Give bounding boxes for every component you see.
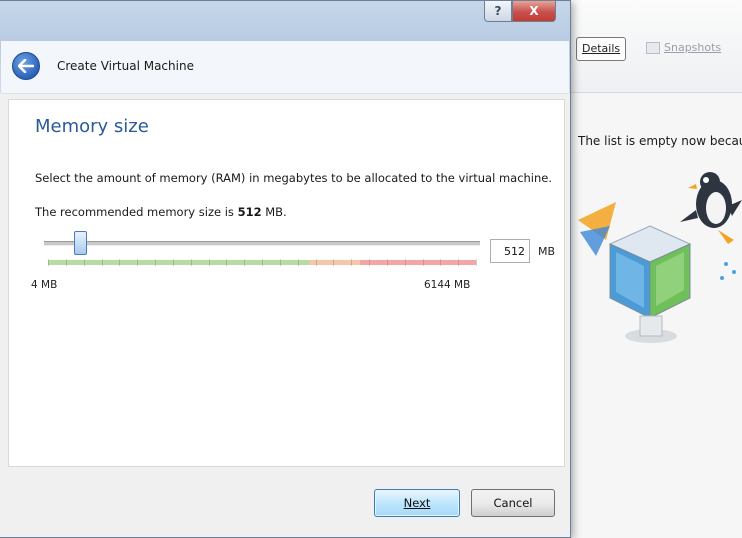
camera-icon — [646, 42, 660, 54]
slider-tick — [386, 259, 388, 266]
memory-description: Select the amount of memory (RAM) in meg… — [35, 171, 553, 185]
slider-tick — [476, 259, 477, 266]
slider-tick — [262, 259, 263, 266]
cancel-button-label: Cancel — [493, 496, 533, 510]
slider-tick — [226, 259, 228, 266]
dialog-title: Create Virtual Machine — [57, 59, 194, 73]
slider-tick — [279, 259, 281, 266]
wizard-header: Create Virtual Machine — [1, 41, 569, 94]
cancel-button[interactable]: Cancel — [471, 489, 555, 517]
tab-details[interactable]: Details — [576, 37, 627, 61]
slider-tick — [190, 259, 192, 266]
slider-tick — [83, 259, 85, 266]
min-memory-label: 4 MB — [31, 279, 58, 291]
next-button[interactable]: Next — [374, 489, 460, 517]
caption-buttons: ? X — [484, 1, 556, 23]
next-button-label: Next — [403, 496, 431, 510]
slider-tick — [297, 259, 299, 266]
slider-tick — [119, 259, 121, 266]
create-vm-dialog: ? X Create Virtual Machine Memory size S… — [0, 0, 571, 538]
wizard-page — [8, 99, 565, 467]
slider-tick — [172, 259, 174, 266]
slider-tick — [137, 259, 139, 266]
help-button[interactable]: ? — [484, 1, 512, 22]
close-button[interactable]: X — [512, 1, 556, 22]
slider-tick — [333, 259, 335, 266]
tab-snapshots[interactable]: Snapshots — [642, 37, 725, 59]
memory-slider-track[interactable] — [44, 241, 480, 246]
recommended-suffix: MB. — [261, 205, 287, 219]
page-title: Memory size — [35, 116, 149, 137]
recommended-prefix: The recommended memory size is — [35, 205, 238, 219]
slider-tick — [351, 259, 353, 266]
slider-tick — [315, 259, 317, 266]
slider-tick — [48, 259, 49, 266]
slider-tick — [101, 259, 103, 266]
slider-tick — [458, 259, 460, 266]
recommended-value: 512 — [237, 205, 262, 219]
slider-ticks — [48, 259, 477, 266]
memory-size-input[interactable] — [490, 239, 530, 263]
slider-tick — [404, 259, 406, 266]
empty-list-message: The list is empty now because — [578, 134, 742, 148]
arrow-left-icon — [18, 59, 34, 73]
tab-details-label: Details — [582, 42, 621, 55]
memory-slider-thumb[interactable] — [74, 231, 88, 255]
memory-unit-label: MB — [538, 245, 556, 258]
slider-tick — [422, 259, 424, 266]
slider-tick — [244, 259, 246, 266]
virtualbox-mascot-illustration — [578, 172, 742, 343]
slider-tick — [155, 259, 156, 266]
slider-tick — [369, 259, 370, 266]
slider-tick — [440, 259, 442, 266]
max-memory-label: 6144 MB — [424, 279, 471, 291]
back-button[interactable] — [12, 52, 40, 80]
slider-tick — [65, 259, 67, 266]
recommended-memory-text: The recommended memory size is 512 MB. — [35, 205, 287, 219]
tab-snapshots-label: Snapshots — [664, 41, 722, 54]
slider-tick — [208, 259, 210, 266]
